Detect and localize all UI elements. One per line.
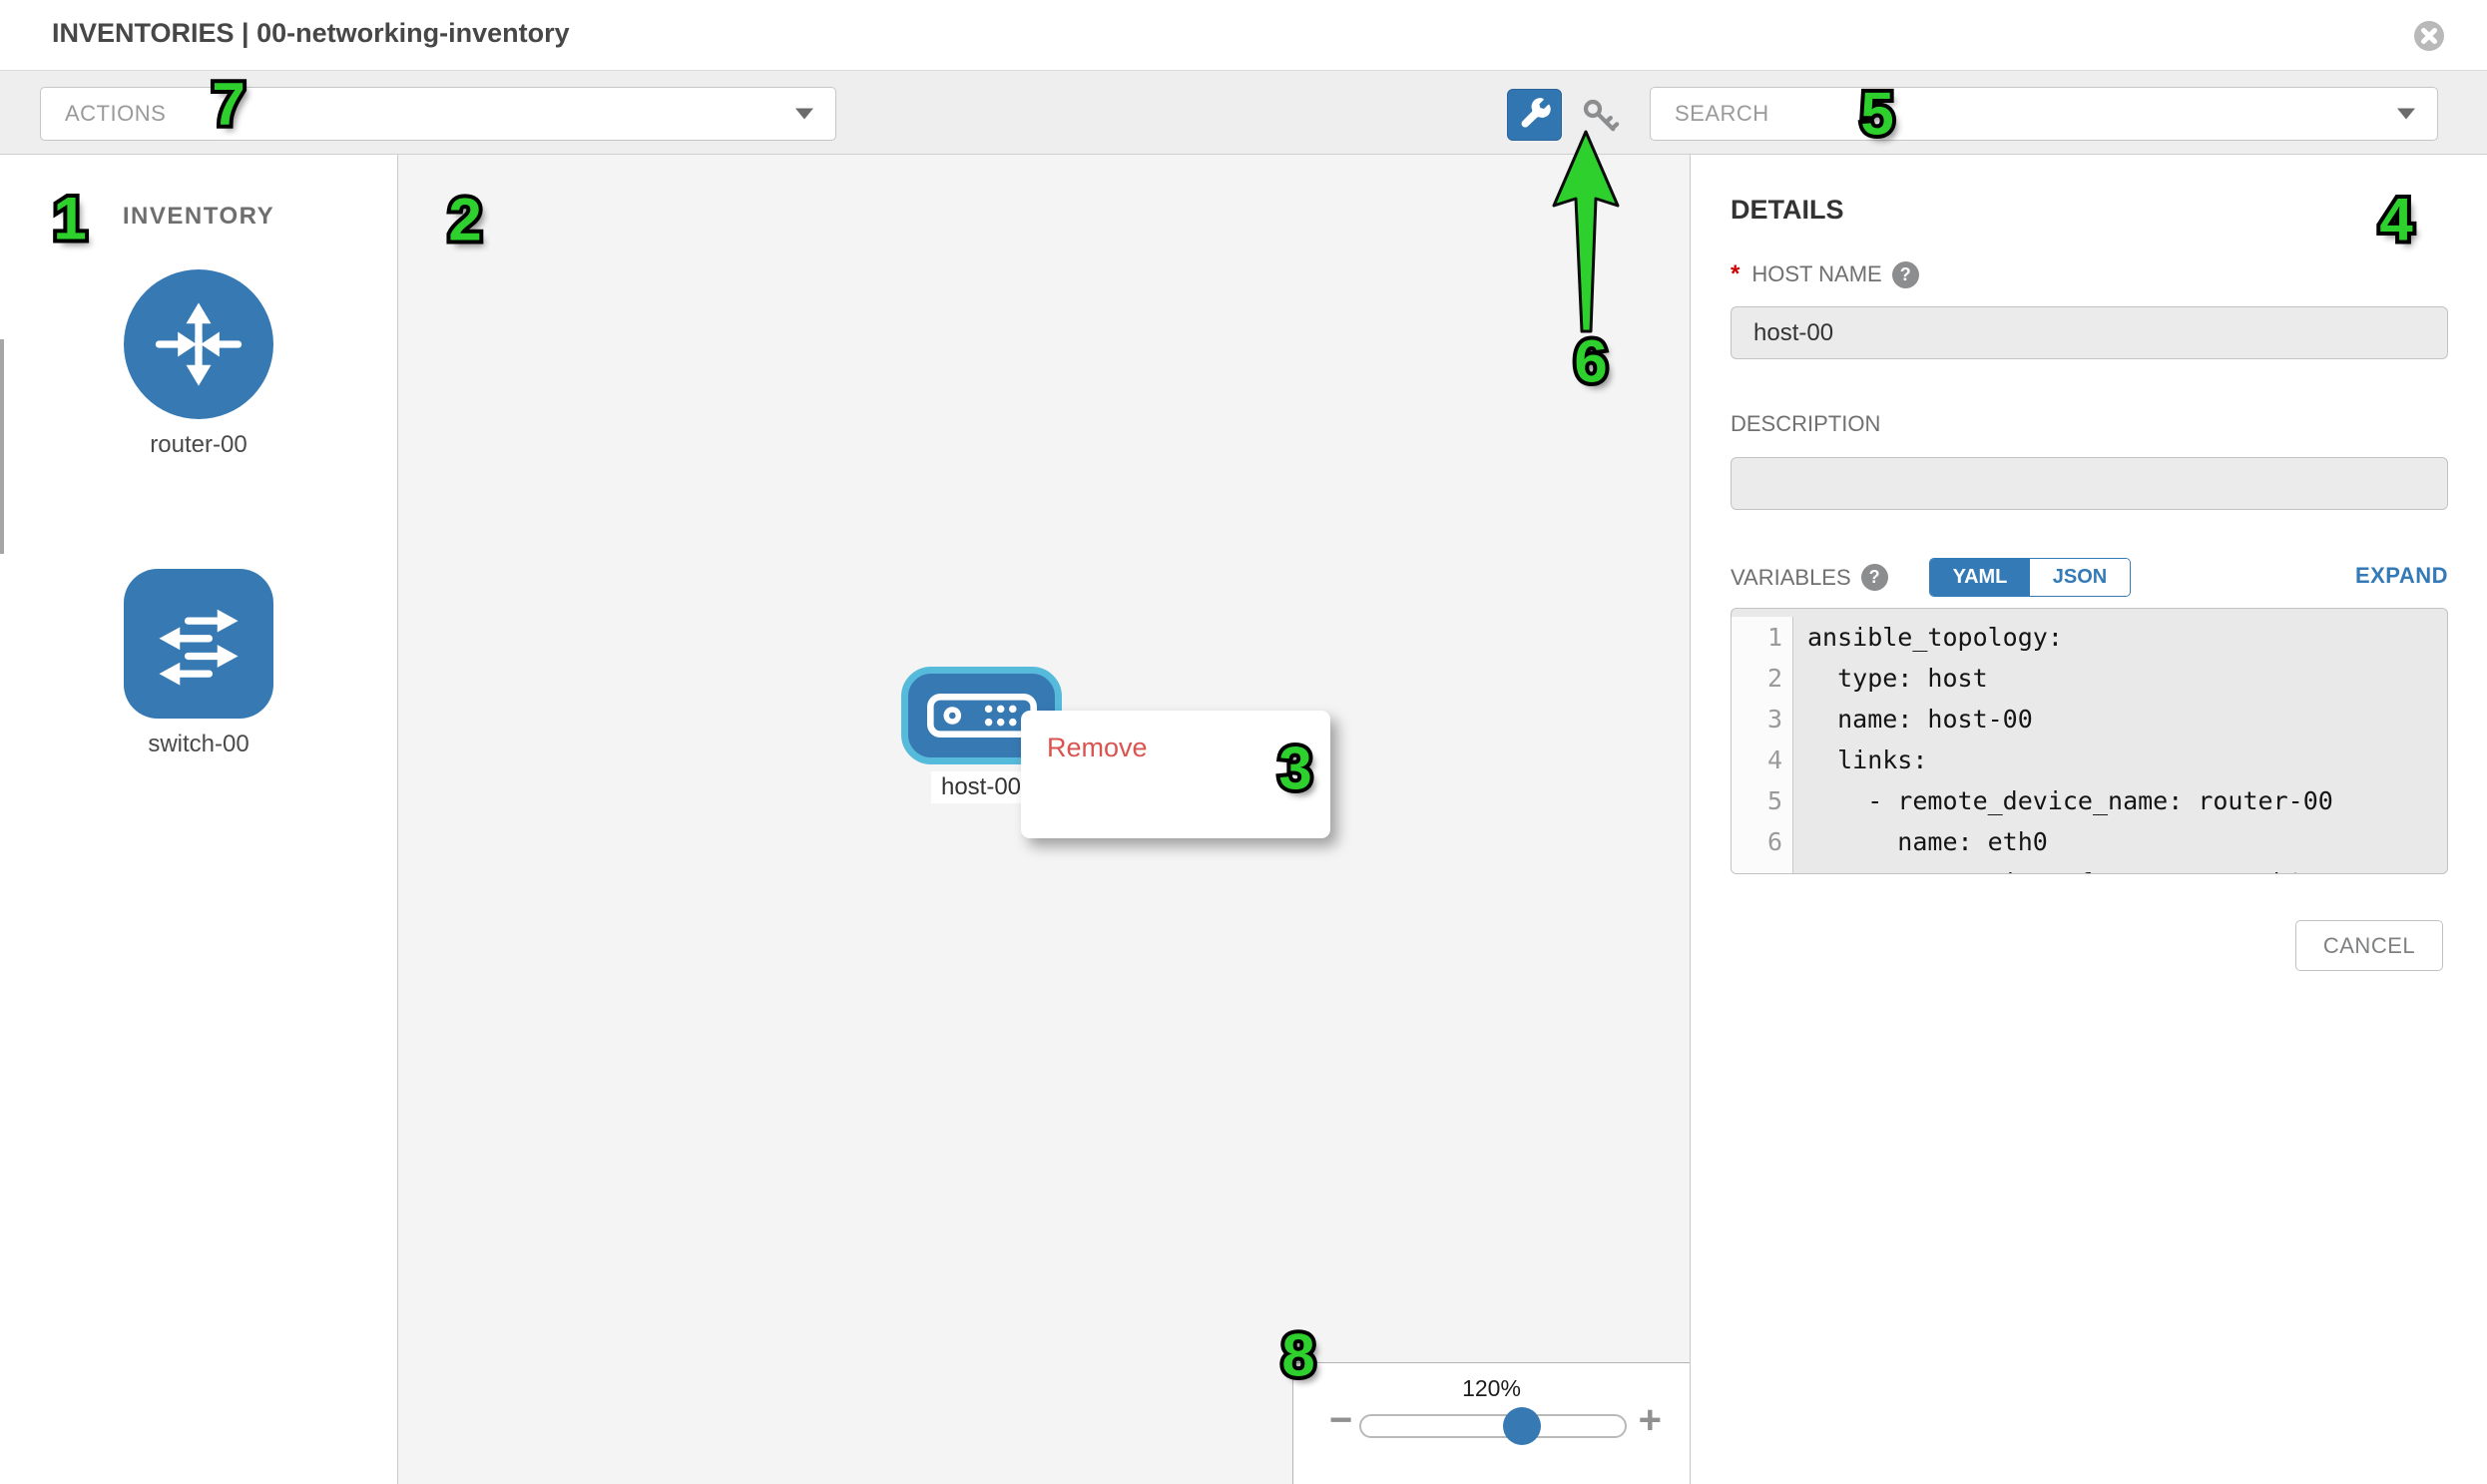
host-name-label-row: * HOST NAME <box>1731 260 1919 288</box>
search-dropdown-label: SEARCH <box>1675 101 1769 127</box>
context-menu-item-remove[interactable]: Remove <box>1021 721 1330 774</box>
cancel-button[interactable]: CANCEL <box>2295 920 2443 971</box>
zoom-level-value: 120% <box>1293 1375 1690 1402</box>
wrench-icon <box>1518 98 1552 132</box>
help-icon[interactable] <box>1861 564 1888 591</box>
code-text: - remote_device_name: router-00 <box>1793 780 2333 821</box>
code-line: 3 name: host-00 <box>1732 699 2447 740</box>
host-node-label: host-00 <box>931 771 1031 803</box>
code-line: 1 ansible_topology: <box>1732 617 2447 658</box>
zoom-in-button[interactable]: + <box>1633 1399 1668 1441</box>
description-input[interactable] <box>1731 457 2448 510</box>
line-number: 5 <box>1732 780 1793 821</box>
code-text: links: <box>1793 740 1927 780</box>
code-text: remote_interface_name: eth0 <box>1793 862 2303 874</box>
variables-format-toggle: YAML JSON <box>1929 558 2131 597</box>
details-panel-title: DETAILS <box>1731 195 1844 226</box>
page-title: INVENTORIES | 00-networking-inventory <box>52 18 570 49</box>
inventory-sidebar-title: INVENTORY <box>0 203 397 231</box>
zoom-slider-track[interactable] <box>1359 1414 1627 1438</box>
code-line: 4 links: <box>1732 740 2447 780</box>
required-asterisk: * <box>1731 260 1740 288</box>
help-icon[interactable] <box>1892 261 1919 288</box>
line-number: 4 <box>1732 740 1793 780</box>
zoom-control-panel: 120% − + <box>1292 1362 1690 1484</box>
code-text: name: host-00 <box>1793 699 2033 740</box>
palette-device-switch[interactable]: switch-00 <box>0 569 397 758</box>
variables-header-row: VARIABLES YAML JSON EXPAND <box>1731 558 2448 598</box>
code-line: 5 - remote_device_name: router-00 <box>1732 780 2447 821</box>
variables-code-editor[interactable]: 1 ansible_topology: 2 type: host 3 name:… <box>1731 608 2448 874</box>
inventory-topology-page: INVENTORIES | 00-networking-inventory AC… <box>0 0 2487 1484</box>
host-name-input[interactable] <box>1731 306 2448 359</box>
expand-link[interactable]: EXPAND <box>2355 563 2448 589</box>
code-line: 7 remote_interface_name: eth0 <box>1732 862 2447 874</box>
code-text: type: host <box>1793 658 1988 699</box>
description-label: DESCRIPTION <box>1731 411 1880 437</box>
host-name-label: HOST NAME <box>1751 261 1881 287</box>
tab-yaml[interactable]: YAML <box>1930 559 2030 596</box>
topology-canvas[interactable]: host-00 Details Remove 120% − + <box>398 155 1691 1484</box>
toolbar: ACTIONS SEARCH <box>0 70 2487 155</box>
line-number: 6 <box>1732 821 1793 862</box>
details-panel: DETAILS * HOST NAME DESCRIPTION VARIABLE… <box>1691 155 2487 1484</box>
palette-device-router[interactable]: router-00 <box>0 269 397 459</box>
close-icon <box>2413 20 2445 52</box>
key-credentials-button[interactable] <box>1575 92 1625 140</box>
search-dropdown[interactable]: SEARCH <box>1650 87 2438 141</box>
device-label: router-00 <box>150 431 247 459</box>
close-button[interactable] <box>2413 20 2445 52</box>
tab-json[interactable]: JSON <box>2030 559 2130 596</box>
line-number: 7 <box>1732 862 1793 874</box>
zoom-slider-handle[interactable] <box>1503 1407 1541 1445</box>
device-label: switch-00 <box>148 731 249 758</box>
switch-icon <box>124 569 273 719</box>
inventory-sidebar: INVENTORY router-00 <box>0 155 398 1484</box>
zoom-out-button[interactable]: − <box>1323 1399 1358 1441</box>
code-text: name: eth0 <box>1793 821 2048 862</box>
actions-dropdown-label: ACTIONS <box>65 101 166 127</box>
line-number: 1 <box>1732 617 1793 658</box>
sidebar-scrollbar[interactable] <box>0 339 4 554</box>
code-text: ansible_topology: <box>1793 617 2063 658</box>
page-header: INVENTORIES | 00-networking-inventory <box>0 0 2487 70</box>
code-line: 6 name: eth0 <box>1732 821 2447 862</box>
variables-label: VARIABLES <box>1731 565 1851 591</box>
key-icon <box>1579 95 1621 137</box>
toggle-toolbox-button[interactable] <box>1507 89 1562 141</box>
router-icon <box>124 269 273 419</box>
actions-dropdown[interactable]: ACTIONS <box>40 87 836 141</box>
code-line: 2 type: host <box>1732 658 2447 699</box>
chevron-down-icon <box>795 109 813 120</box>
variables-label-row: VARIABLES <box>1731 564 1888 591</box>
node-context-menu: Details Remove <box>1021 711 1330 838</box>
line-number: 2 <box>1732 658 1793 699</box>
description-label-row: DESCRIPTION <box>1731 411 1880 437</box>
chevron-down-icon <box>2397 109 2415 120</box>
line-number: 3 <box>1732 699 1793 740</box>
